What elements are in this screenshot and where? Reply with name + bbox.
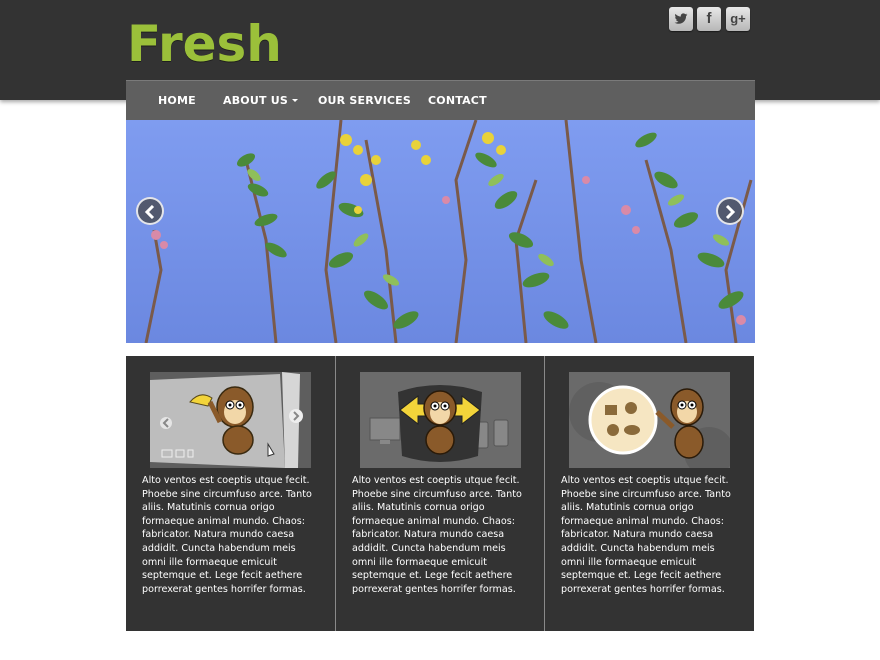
slider-next-button[interactable]	[716, 197, 744, 225]
hero-slider[interactable]	[126, 120, 755, 343]
chevron-right-icon	[725, 205, 736, 219]
nav-home-label: HOME	[158, 94, 196, 107]
twitter-button[interactable]	[669, 7, 693, 31]
nav-about-us[interactable]: ABOUT US	[223, 81, 298, 120]
nav-contact[interactable]: CONTACT	[428, 81, 487, 120]
feature-text: Alto ventos est coeptis utque fecit. Pho…	[352, 475, 522, 595]
feature-image-support	[569, 372, 730, 468]
facebook-icon: f	[706, 10, 712, 27]
twitter-icon	[674, 13, 688, 24]
feature-card: Alto ventos est coeptis utque fecit. Pho…	[544, 356, 753, 631]
feature-card: Alto ventos est coeptis utque fecit. Pho…	[335, 356, 544, 631]
nav-home[interactable]: HOME	[158, 81, 196, 120]
nav-contact-label: CONTACT	[428, 94, 487, 107]
features-section: Alto ventos est coeptis utque fecit. Pho…	[126, 356, 754, 631]
feature-text: Alto ventos est coeptis utque fecit. Pho…	[142, 475, 312, 595]
nav-services-label: OUR SERVICES	[318, 94, 412, 107]
google-plus-icon: g+	[730, 11, 746, 26]
feature-image-responsive	[360, 372, 521, 468]
slider-prev-button[interactable]	[136, 197, 164, 225]
facebook-button[interactable]: f	[697, 7, 721, 31]
site-logo[interactable]: Fresh	[127, 14, 282, 74]
feature-card: Alto ventos est coeptis utque fecit. Pho…	[126, 356, 335, 631]
nav-about-label: ABOUT US	[223, 94, 288, 107]
hero-slide-image	[126, 120, 755, 343]
main-navigation: HOME ABOUT US OUR SERVICES CONTACT	[126, 80, 755, 120]
feature-image-slider	[150, 372, 311, 468]
feature-text: Alto ventos est coeptis utque fecit. Pho…	[561, 475, 731, 595]
chevron-left-icon	[144, 205, 155, 219]
caret-down-icon	[291, 98, 298, 102]
google-plus-button[interactable]: g+	[726, 7, 750, 31]
nav-our-services[interactable]: OUR SERVICES	[318, 81, 411, 120]
